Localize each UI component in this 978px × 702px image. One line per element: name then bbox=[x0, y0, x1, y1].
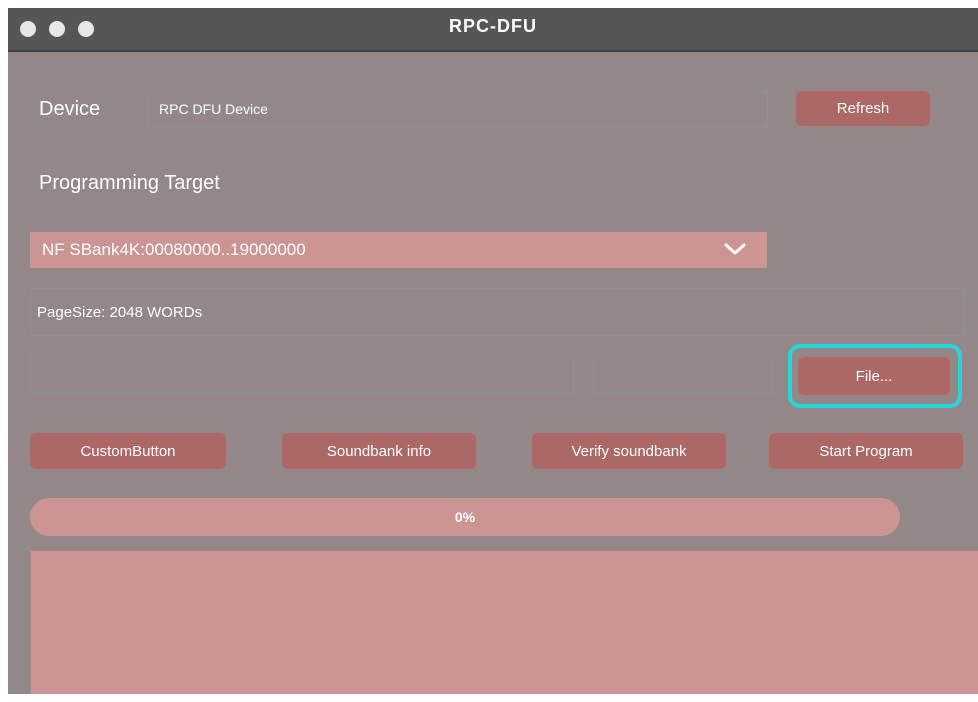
chevron-down-icon bbox=[724, 243, 746, 255]
device-field[interactable]: RPC DFU Device bbox=[148, 91, 768, 127]
start-program-button[interactable]: Start Program bbox=[769, 433, 963, 469]
soundbank-info-button[interactable]: Soundbank info bbox=[282, 433, 476, 469]
progress-bar: 0% bbox=[30, 498, 900, 536]
title-bar: RPC-DFU bbox=[8, 8, 978, 52]
page-size-info: PageSize: 2048 WORDs bbox=[30, 288, 964, 336]
file-button[interactable]: File... bbox=[798, 357, 950, 395]
device-label: Device bbox=[39, 98, 101, 120]
file-aux-field[interactable] bbox=[593, 356, 773, 394]
file-path-field[interactable] bbox=[30, 356, 574, 394]
programming-target-select[interactable]: NF SBank4K:00080000..19000000 bbox=[30, 232, 767, 268]
verify-soundbank-button[interactable]: Verify soundbank bbox=[532, 433, 726, 469]
app-window: RPC-DFU Device RPC DFU Device Refresh Pr… bbox=[8, 8, 978, 694]
progress-text: 0% bbox=[454, 509, 476, 525]
log-output[interactable] bbox=[30, 550, 978, 694]
custom-button[interactable]: CustomButton bbox=[30, 433, 226, 469]
programming-target-value: NF SBank4K:00080000..19000000 bbox=[42, 240, 306, 259]
programming-target-heading: Programming Target bbox=[39, 172, 220, 194]
window-title: RPC-DFU bbox=[449, 16, 537, 36]
refresh-button[interactable]: Refresh bbox=[796, 91, 930, 126]
